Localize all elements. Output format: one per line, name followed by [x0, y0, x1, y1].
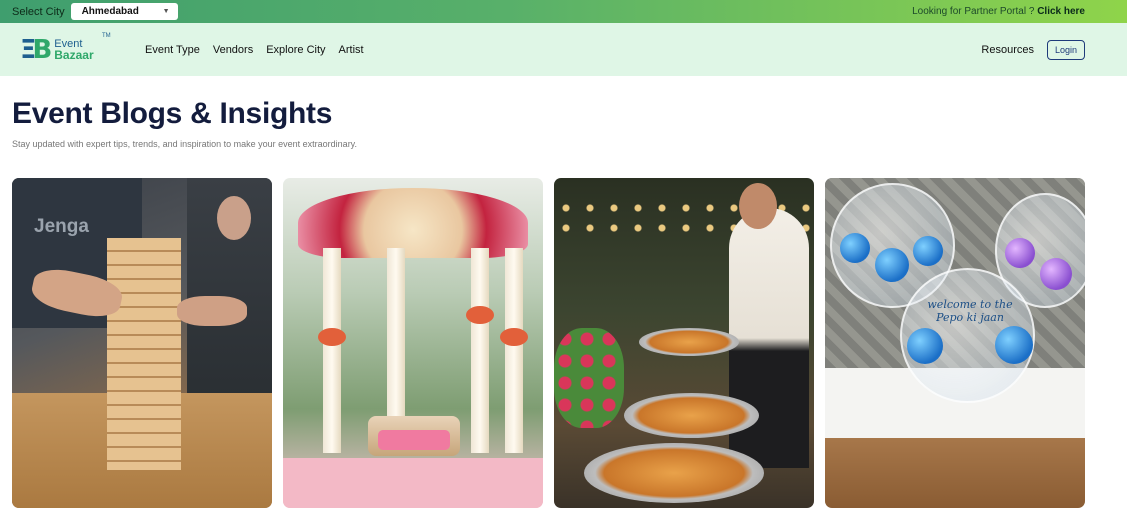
- partner-portal-text: Looking for Partner Portal ?: [912, 6, 1035, 17]
- blog-card-list: Jenga welcome to the Pepo ki jaan: [12, 178, 1085, 508]
- event-bazaar-logo[interactable]: ΞB Event Bazaar TM: [20, 32, 130, 65]
- hand-right: [177, 296, 247, 326]
- chevron-down-icon: ▼: [162, 8, 170, 15]
- food-tray: [624, 393, 759, 438]
- flower-arrangement: [554, 328, 624, 428]
- logo-wordmark: Event Bazaar: [54, 38, 94, 62]
- blue-balloon: [840, 233, 870, 263]
- balloon-script-text: welcome to the Pepo ki jaan: [927, 298, 1013, 324]
- page-subtitle: Stay updated with expert tips, trends, a…: [12, 139, 358, 149]
- flower-band: [500, 328, 528, 346]
- blog-card[interactable]: welcome to the Pepo ki jaan: [825, 178, 1085, 508]
- mandap-pillar: [505, 248, 523, 453]
- logo-trademark: TM: [102, 32, 111, 39]
- petal-floor: [283, 458, 543, 508]
- mandap-pillar: [323, 248, 341, 453]
- flower-band: [318, 328, 346, 346]
- partner-portal-prompt: Looking for Partner Portal ? Click here: [912, 6, 1085, 17]
- nav-links: Event Type Vendors Explore City Artist: [145, 44, 377, 56]
- city-select-value: Ahmedabad: [81, 6, 139, 17]
- purple-balloon: [1040, 258, 1072, 290]
- nav-right: Resources Login: [981, 39, 1085, 60]
- nav-explore-city[interactable]: Explore City: [266, 44, 325, 56]
- purple-balloon: [1005, 238, 1035, 268]
- blog-card[interactable]: [283, 178, 543, 508]
- jenga-sign: Jenga: [34, 216, 89, 237]
- login-button[interactable]: Login: [1047, 39, 1085, 60]
- jenga-tower: [107, 238, 181, 470]
- nav-vendors[interactable]: Vendors: [213, 44, 253, 56]
- mandap-pillar: [471, 248, 489, 453]
- food-tray: [584, 443, 764, 503]
- top-bar: Select City Ahmedabad ▼ Looking for Part…: [0, 0, 1127, 23]
- partner-portal-link[interactable]: Click here: [1037, 6, 1085, 17]
- blue-balloon: [995, 326, 1033, 364]
- chef-head: [739, 183, 777, 229]
- city-select[interactable]: Ahmedabad ▼: [70, 3, 178, 20]
- blog-card[interactable]: Jenga: [12, 178, 272, 508]
- main-nav: ΞB Event Bazaar TM Event Type Vendors Ex…: [0, 23, 1127, 76]
- page-title: Event Blogs & Insights: [12, 97, 333, 130]
- flower-band: [466, 306, 494, 324]
- wooden-floor: [825, 438, 1085, 508]
- blue-balloon: [907, 328, 943, 364]
- select-city-label: Select City: [12, 5, 65, 18]
- blue-balloon: [875, 248, 909, 282]
- nav-event-type[interactable]: Event Type: [145, 44, 200, 56]
- food-tray: [639, 328, 739, 356]
- logo-eb-mark-icon: ΞB: [20, 34, 52, 65]
- blog-card[interactable]: [554, 178, 814, 508]
- nav-resources[interactable]: Resources: [981, 44, 1034, 56]
- sofa-cushion: [378, 430, 450, 450]
- blue-balloon: [913, 236, 943, 266]
- person-face: [217, 196, 251, 240]
- logo-bazaar-text: Bazaar: [54, 47, 94, 62]
- nav-artist[interactable]: Artist: [339, 44, 364, 56]
